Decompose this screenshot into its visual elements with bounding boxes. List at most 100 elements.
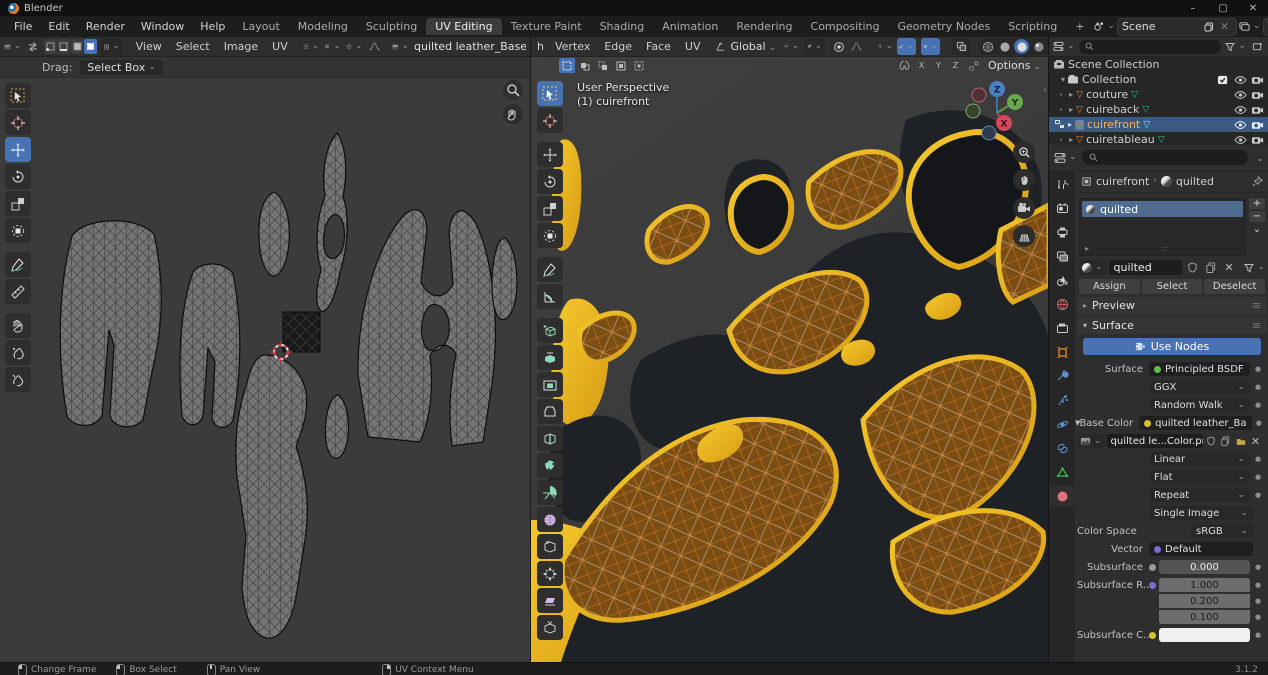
outliner-display-mode-icon[interactable] — [1053, 39, 1075, 54]
expand-icon[interactable]: ▸ — [1069, 90, 1073, 99]
vp-tool-transform[interactable] — [537, 223, 563, 248]
eye-icon[interactable] — [1234, 105, 1247, 115]
uv-select-vertex-icon[interactable] — [44, 39, 56, 54]
workspace-tab-animation[interactable]: Animation — [653, 18, 727, 35]
outliner-filter-icon[interactable] — [1225, 39, 1246, 54]
workspace-tab-geometry-nodes[interactable]: Geometry Nodes — [888, 18, 999, 35]
vp-tool-spin[interactable] — [537, 480, 563, 505]
projection-dropdown[interactable]: Flat — [1149, 470, 1250, 484]
uv-sync-select-icon[interactable] — [25, 39, 40, 54]
image-name-field[interactable]: quilted le...Color.png — [1107, 434, 1203, 448]
outliner-row-collection[interactable]: ▾ Collection — [1049, 72, 1268, 87]
vp-tool-move[interactable] — [537, 142, 563, 167]
vp-tool-rotate[interactable] — [537, 169, 563, 194]
tab-output[interactable] — [1050, 222, 1074, 243]
camera-icon[interactable] — [1251, 75, 1264, 85]
resize-grip-icon[interactable]: ∷ — [1163, 245, 1169, 254]
browse-image-icon[interactable] — [1077, 434, 1105, 448]
breadcrumb-object[interactable]: cuirefront — [1096, 175, 1149, 188]
menu-window[interactable]: Window — [133, 20, 192, 33]
mode-pill-4[interactable] — [613, 58, 629, 73]
vp-tool-knife[interactable] — [537, 453, 563, 478]
unlink-material-icon[interactable]: ✕ — [1221, 260, 1236, 275]
maximize-button[interactable]: ▢ — [1208, 0, 1238, 16]
snap-target-icon[interactable] — [897, 38, 916, 55]
workspace-tab-rendering[interactable]: Rendering — [727, 18, 801, 35]
proportional-edit-icon[interactable] — [831, 39, 846, 54]
outliner-row-couture[interactable]: • ▸ ▽ couture ▽ — [1049, 87, 1268, 102]
viewlayer-selector[interactable]: ViewLayer ✕ — [1263, 18, 1268, 36]
mirror-icon[interactable] — [897, 58, 912, 73]
uv-falloff-curve-icon[interactable] — [367, 39, 382, 54]
material-filter-icon[interactable] — [1244, 260, 1265, 275]
xray-toggle-icon[interactable] — [952, 38, 971, 55]
vp-tool-extrude[interactable] — [537, 345, 563, 370]
sss-method-dropdown[interactable]: Random Walk — [1149, 398, 1250, 412]
assign-button[interactable]: Assign — [1079, 279, 1140, 294]
mirror-x-toggle[interactable]: X — [915, 58, 928, 73]
vp-tool-shear[interactable] — [537, 588, 563, 613]
shading-rendered-icon[interactable] — [1031, 39, 1046, 54]
subsurface-slider[interactable]: 0.000 — [1159, 560, 1250, 574]
add-slot-button[interactable]: + — [1249, 198, 1265, 209]
tab-constraints[interactable] — [1050, 438, 1074, 459]
slot-expand-icon[interactable]: ▸ — [1085, 244, 1089, 253]
menu-edit[interactable]: Edit — [40, 20, 77, 33]
viewlayer-icon[interactable] — [1239, 19, 1261, 34]
material-slot-selected[interactable]: quilted — [1082, 201, 1243, 217]
vp-tool-inset[interactable] — [537, 372, 563, 397]
unlink-image-icon[interactable]: ✕ — [1248, 434, 1263, 449]
viewport-menu-uv[interactable]: UV — [678, 40, 708, 53]
image-browse-icon[interactable] — [392, 39, 409, 54]
properties-editor-type-icon[interactable] — [1054, 150, 1077, 165]
prop-edit-on-icon[interactable] — [921, 38, 940, 55]
camera-icon[interactable] — [1251, 90, 1264, 100]
vector-chip[interactable]: Default — [1149, 542, 1253, 556]
outliner-search-input[interactable] — [1079, 40, 1222, 54]
tab-object[interactable] — [1050, 342, 1074, 363]
uv-select-edge-icon[interactable] — [58, 39, 70, 54]
tab-render[interactable] — [1050, 198, 1074, 219]
vp-tool-loop-cut[interactable] — [537, 426, 563, 451]
uv-canvas[interactable] — [0, 76, 530, 662]
remove-slot-button[interactable]: − — [1249, 211, 1265, 222]
editor-type-icon[interactable] — [4, 39, 21, 54]
tab-data[interactable] — [1050, 462, 1074, 483]
expand-icon[interactable]: ▸ — [1068, 120, 1072, 129]
add-workspace-button[interactable]: + — [1066, 18, 1093, 35]
uv-select-face-icon[interactable] — [71, 39, 83, 54]
sticky-select-mode-icon[interactable] — [101, 38, 123, 55]
mirror-y-toggle[interactable]: Y — [932, 58, 945, 73]
image-name[interactable]: quilted leather_BaseColor.pn — [414, 40, 526, 53]
properties-search-input[interactable] — [1082, 150, 1249, 165]
workspace-tab-compositing[interactable]: Compositing — [802, 18, 889, 35]
uv-menu-image[interactable]: Image — [217, 40, 265, 53]
select-button[interactable]: Select — [1142, 279, 1203, 294]
vp-tool-edge-slide[interactable] — [537, 534, 563, 559]
shading-solid-icon[interactable] — [997, 39, 1012, 54]
snap-grid-icon[interactable] — [966, 58, 981, 73]
copy-material-icon[interactable] — [1203, 260, 1218, 275]
material-name-field[interactable]: quilted — [1109, 260, 1183, 275]
tab-world[interactable] — [1050, 294, 1074, 315]
menu-help[interactable]: Help — [192, 20, 233, 33]
uv-snap-icon[interactable] — [324, 39, 341, 54]
mirror-z-toggle[interactable]: Z — [949, 58, 962, 73]
viewport-menu-vertex[interactable]: Vertex — [548, 40, 597, 53]
workspace-tab-layout[interactable]: Layout — [233, 18, 288, 35]
subsurface-radius-x[interactable]: 1.000 — [1159, 578, 1250, 592]
outliner-row-scene-collection[interactable]: Scene Collection — [1049, 57, 1268, 72]
snap-pair-icon[interactable] — [784, 39, 799, 54]
uv-menu-view[interactable]: View — [129, 40, 169, 53]
collapse-icon[interactable]: ▼ — [1075, 419, 1080, 427]
scene-browse-icon[interactable] — [1093, 19, 1115, 34]
browse-material-icon[interactable] — [1079, 260, 1106, 275]
pin-icon[interactable] — [1252, 176, 1263, 187]
material-slot-list[interactable]: quilted ▸ ∷ — [1079, 198, 1246, 256]
perspective-toggle-icon[interactable] — [1013, 225, 1035, 247]
workspace-tab-scripting[interactable]: Scripting — [999, 18, 1066, 35]
surface-panel-header[interactable]: ▾ Surface ≡ — [1077, 317, 1267, 334]
new-collection-icon[interactable] — [1250, 39, 1265, 54]
orientation-dropdown[interactable]: Global — [730, 40, 776, 53]
copy-image-icon[interactable] — [1218, 434, 1233, 449]
